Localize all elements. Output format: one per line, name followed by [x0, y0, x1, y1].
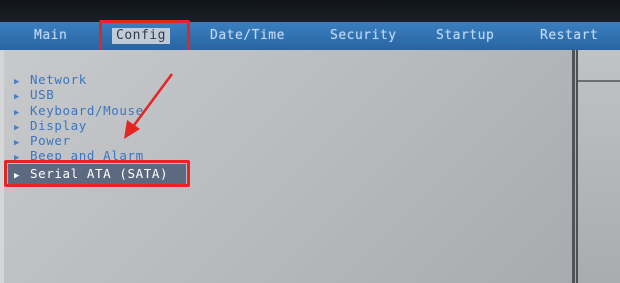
red-arrow-icon: [124, 73, 174, 139]
bios-screen: Main Config Date/Time Security Startup R…: [0, 0, 620, 283]
arrow-head: [124, 120, 140, 139]
arrow-shaft: [130, 73, 174, 129]
